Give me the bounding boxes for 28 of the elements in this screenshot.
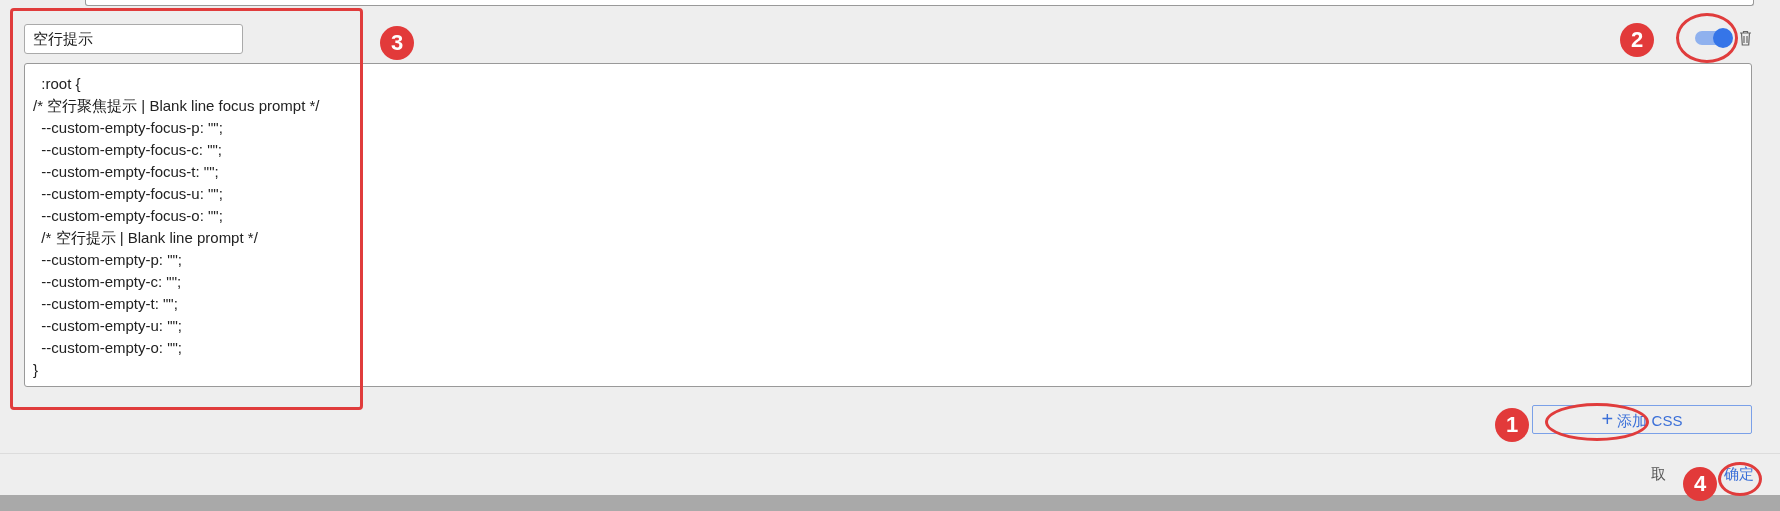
code-line: --custom-empty-c: ""; — [40, 272, 182, 292]
code-line: --custom-empty-focus-o: ""; — [40, 206, 223, 226]
confirm-link[interactable]: 确定 — [1724, 465, 1754, 484]
code-line: --custom-empty-u: ""; — [40, 316, 182, 336]
code-line: --custom-empty-o: ""; — [40, 338, 182, 358]
highlight-ellipse — [1718, 462, 1762, 496]
text-area[interactable] — [85, 0, 1754, 6]
trash-icon[interactable] — [1739, 30, 1752, 46]
step-badge: 3 — [380, 26, 414, 60]
css-editor[interactable] — [24, 63, 1752, 387]
cancel-link[interactable]: 取 — [1651, 465, 1666, 484]
code-line: --custom-empty-t: ""; — [40, 294, 178, 314]
code-line: --custom-empty-focus-t: ""; — [40, 162, 219, 182]
code-line: :root { — [40, 74, 81, 94]
step-badge: 4 — [1683, 467, 1717, 501]
name-field[interactable]: 空行提示 — [24, 24, 243, 54]
step-badge: 2 — [1620, 23, 1654, 57]
step-badge: 1 — [1495, 408, 1529, 442]
code-line: --custom-empty-focus-c: ""; — [40, 140, 222, 160]
add-css-button[interactable]: + 添加 CSS — [1532, 405, 1752, 434]
code-line: --custom-empty-focus-u: ""; — [40, 184, 223, 204]
code-line: --custom-empty-focus-p: ""; — [40, 118, 223, 138]
toggle-switch[interactable] — [1695, 31, 1731, 45]
code-line: --custom-empty-p: ""; — [40, 250, 182, 270]
code-line: } — [33, 360, 38, 380]
code-line: /* 空行提示 | Blank line prompt */ — [40, 228, 258, 248]
code-line: /* 空行聚焦提示 | Blank line focus prompt */ — [33, 96, 320, 116]
highlight-ellipse — [1676, 13, 1738, 63]
